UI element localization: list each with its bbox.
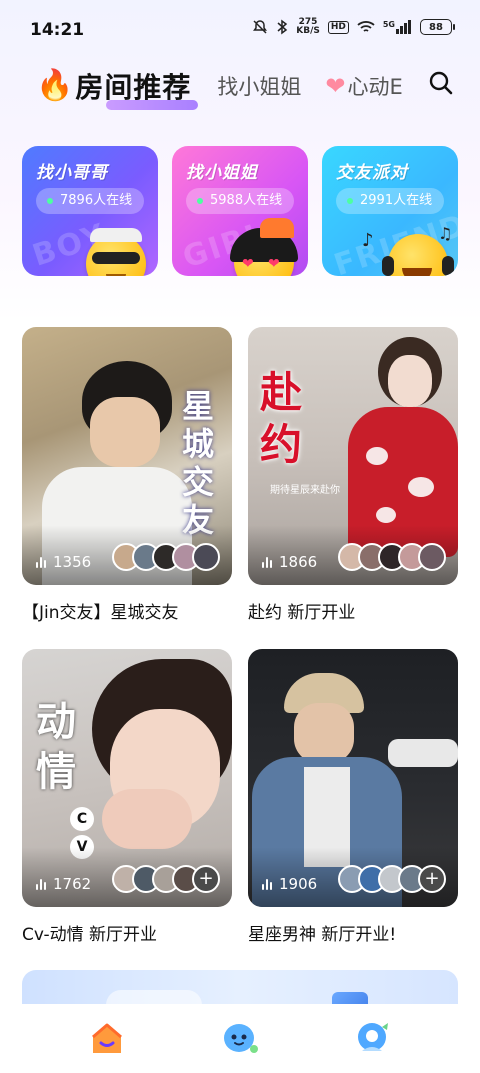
room-cover-title: 星城交友 [182,387,215,539]
member-avatars [112,543,220,571]
room-cover-subtitle: 期待星辰来赴你 [270,485,340,496]
room-listener-count: 1356 [36,553,91,571]
status-time: 14:21 [30,20,85,40]
category-title: 找小哥哥 [36,163,108,183]
avatar [192,543,220,571]
heart-eyes-emoji-icon: ❤ ❤ [230,218,298,276]
more-members-icon: + [418,865,446,893]
bluetooth-icon [276,19,288,35]
search-icon [429,71,453,95]
room-card[interactable]: 赴约 期待星辰来赴你 1866 [248,327,458,585]
room-card[interactable]: 动情 C V 1762 + [22,649,232,907]
room-card[interactable]: 星城交友 1356 [22,327,232,585]
room-cover-title: 动情 [36,699,76,795]
avatar [418,543,446,571]
nav-chat[interactable] [217,1016,263,1062]
tab-heartbeat[interactable]: ❤ 心动E [325,71,407,101]
online-dot-icon [347,198,353,204]
profile-icon [358,1022,389,1051]
category-find-boys[interactable]: BOY 找小哥哥 7896人在线 [22,146,158,276]
listener-bars-icon [36,878,46,890]
status-bar: 14:21 275 KB/S HD 5G 88 [0,0,480,58]
mute-icon [252,19,268,35]
music-note-icon: ♫ [438,224,453,243]
cv-badge: C [70,807,94,831]
bottom-nav [0,1004,480,1073]
room-name[interactable]: 星座男神 新厅开业! [248,920,396,945]
heart-icon: ❤ [325,72,346,100]
search-button[interactable] [428,70,454,96]
listener-bars-icon [262,878,272,890]
fire-icon: 🔥 [36,68,74,103]
online-count-pill: 2991人在线 [336,188,445,214]
member-avatars: + [112,865,220,893]
wifi-icon [357,20,375,34]
network-speed: 275 KB/S [296,17,320,36]
nav-profile[interactable] [350,1016,396,1062]
room-listener-count: 1906 [262,875,317,893]
category-find-girls[interactable]: GIRL 找小姐姐 5988人在线 ❤ ❤ [172,146,308,276]
online-count-pill: 7896人在线 [36,188,145,214]
tab-room-recommend-label: 房间推荐 [75,71,192,104]
online-dot-icon [197,198,203,204]
online-count-pill: 5988人在线 [186,188,295,214]
room-listener-count: 1762 [36,875,91,893]
member-avatars [338,543,446,571]
room-name[interactable]: 赴约 新厅开业 [248,598,355,623]
member-avatars: + [338,865,446,893]
status-icons: 275 KB/S HD 5G 88 [252,17,455,36]
online-dot-icon [47,198,53,204]
tab-find-girls[interactable]: 找小姐姐 [217,71,301,101]
category-title: 找小姐姐 [186,163,258,183]
more-members-icon: + [192,865,220,893]
room-card[interactable]: 1906 + [248,649,458,907]
category-title: 交友派对 [336,163,408,183]
listener-bars-icon [262,556,272,568]
room-tabs: 🔥 房间推荐 找小姐姐 ❤ 心动E [36,64,456,110]
cellular-signal-icon: 5G [383,20,412,34]
home-icon [91,1023,122,1053]
battery-icon: 88 [420,19,455,35]
tab-room-recommend[interactable]: 🔥 房间推荐 [36,66,198,110]
music-note-icon: ♪ [362,230,374,251]
tab-heartbeat-label: 心动E [347,75,403,99]
room-name[interactable]: 【Jin交友】星城交友 [22,598,179,623]
room-cover-title: 赴约 [260,368,303,469]
category-party[interactable]: FRIEND 交友派对 2991人在线 ♪ ♫ [322,146,458,276]
hd-badge: HD [327,20,349,34]
chat-bubble-icon [223,1023,258,1053]
room-name[interactable]: Cv-动情 新厅开业 [22,920,157,945]
room-listener-count: 1866 [262,553,317,571]
nav-home[interactable] [84,1016,130,1062]
listener-bars-icon [36,556,46,568]
sunglasses-emoji-icon [86,228,146,276]
